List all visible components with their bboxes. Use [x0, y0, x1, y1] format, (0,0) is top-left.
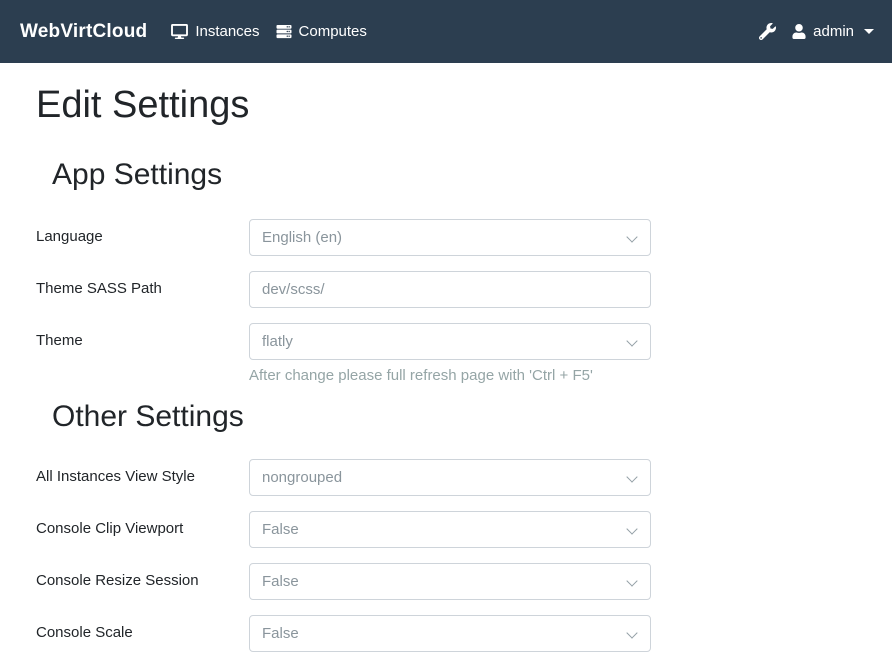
theme-sass-path-label: Theme SASS Path [36, 271, 249, 297]
desktop-icon [171, 24, 188, 39]
console-resize-session-label: Console Resize Session [36, 563, 249, 589]
top-navbar: WebVirtCloud Instances Computes admin [0, 0, 892, 63]
user-menu[interactable]: admin [792, 23, 874, 40]
username: admin [813, 23, 854, 40]
console-scale-label: Console Scale [36, 615, 249, 641]
console-scale-select[interactable]: False [249, 615, 651, 652]
page-title: Edit Settings [36, 83, 856, 129]
form-row-all-instances-view-style: All Instances View Style nongrouped [36, 459, 856, 496]
section-title-app-settings: App Settings [52, 157, 856, 193]
server-icon [276, 24, 292, 39]
theme-sass-path-input[interactable] [249, 271, 651, 308]
brand-webvirtcloud[interactable]: WebVirtCloud [20, 21, 147, 43]
form-row-theme: Theme flatly After change please full re… [36, 323, 856, 384]
wrench-icon[interactable] [759, 23, 776, 40]
nav-item-instances[interactable]: Instances [171, 23, 259, 40]
form-row-console-clip-viewport: Console Clip Viewport False [36, 511, 856, 548]
console-clip-viewport-label: Console Clip Viewport [36, 511, 249, 537]
all-instances-view-style-label: All Instances View Style [36, 459, 249, 485]
settings-page: Edit Settings App Settings Language Engl… [0, 83, 892, 652]
all-instances-view-style-select[interactable]: nongrouped [249, 459, 651, 496]
section-title-other-settings: Other Settings [52, 399, 856, 435]
main-nav: Instances Computes [171, 23, 383, 40]
chevron-down-icon: English (en) [249, 219, 651, 256]
chevron-down-icon [864, 29, 874, 34]
user-icon [792, 24, 806, 39]
chevron-down-icon: False [249, 563, 651, 600]
nav-item-label: Computes [299, 23, 367, 40]
console-clip-viewport-select[interactable]: False [249, 511, 651, 548]
chevron-down-icon: flatly [249, 323, 651, 360]
chevron-down-icon: False [249, 615, 651, 652]
language-select[interactable]: English (en) [249, 219, 651, 256]
navbar-right: admin [759, 23, 874, 40]
theme-help-text: After change please full refresh page wi… [249, 367, 651, 384]
form-row-language: Language English (en) [36, 219, 856, 256]
nav-item-label: Instances [195, 23, 259, 40]
theme-label: Theme [36, 323, 249, 349]
form-row-console-resize-session: Console Resize Session False [36, 563, 856, 600]
language-label: Language [36, 219, 249, 245]
chevron-down-icon: nongrouped [249, 459, 651, 496]
theme-select[interactable]: flatly [249, 323, 651, 360]
nav-item-computes[interactable]: Computes [276, 23, 367, 40]
form-row-console-scale: Console Scale False [36, 615, 856, 652]
chevron-down-icon: False [249, 511, 651, 548]
form-row-theme-sass-path: Theme SASS Path [36, 271, 856, 308]
console-resize-session-select[interactable]: False [249, 563, 651, 600]
